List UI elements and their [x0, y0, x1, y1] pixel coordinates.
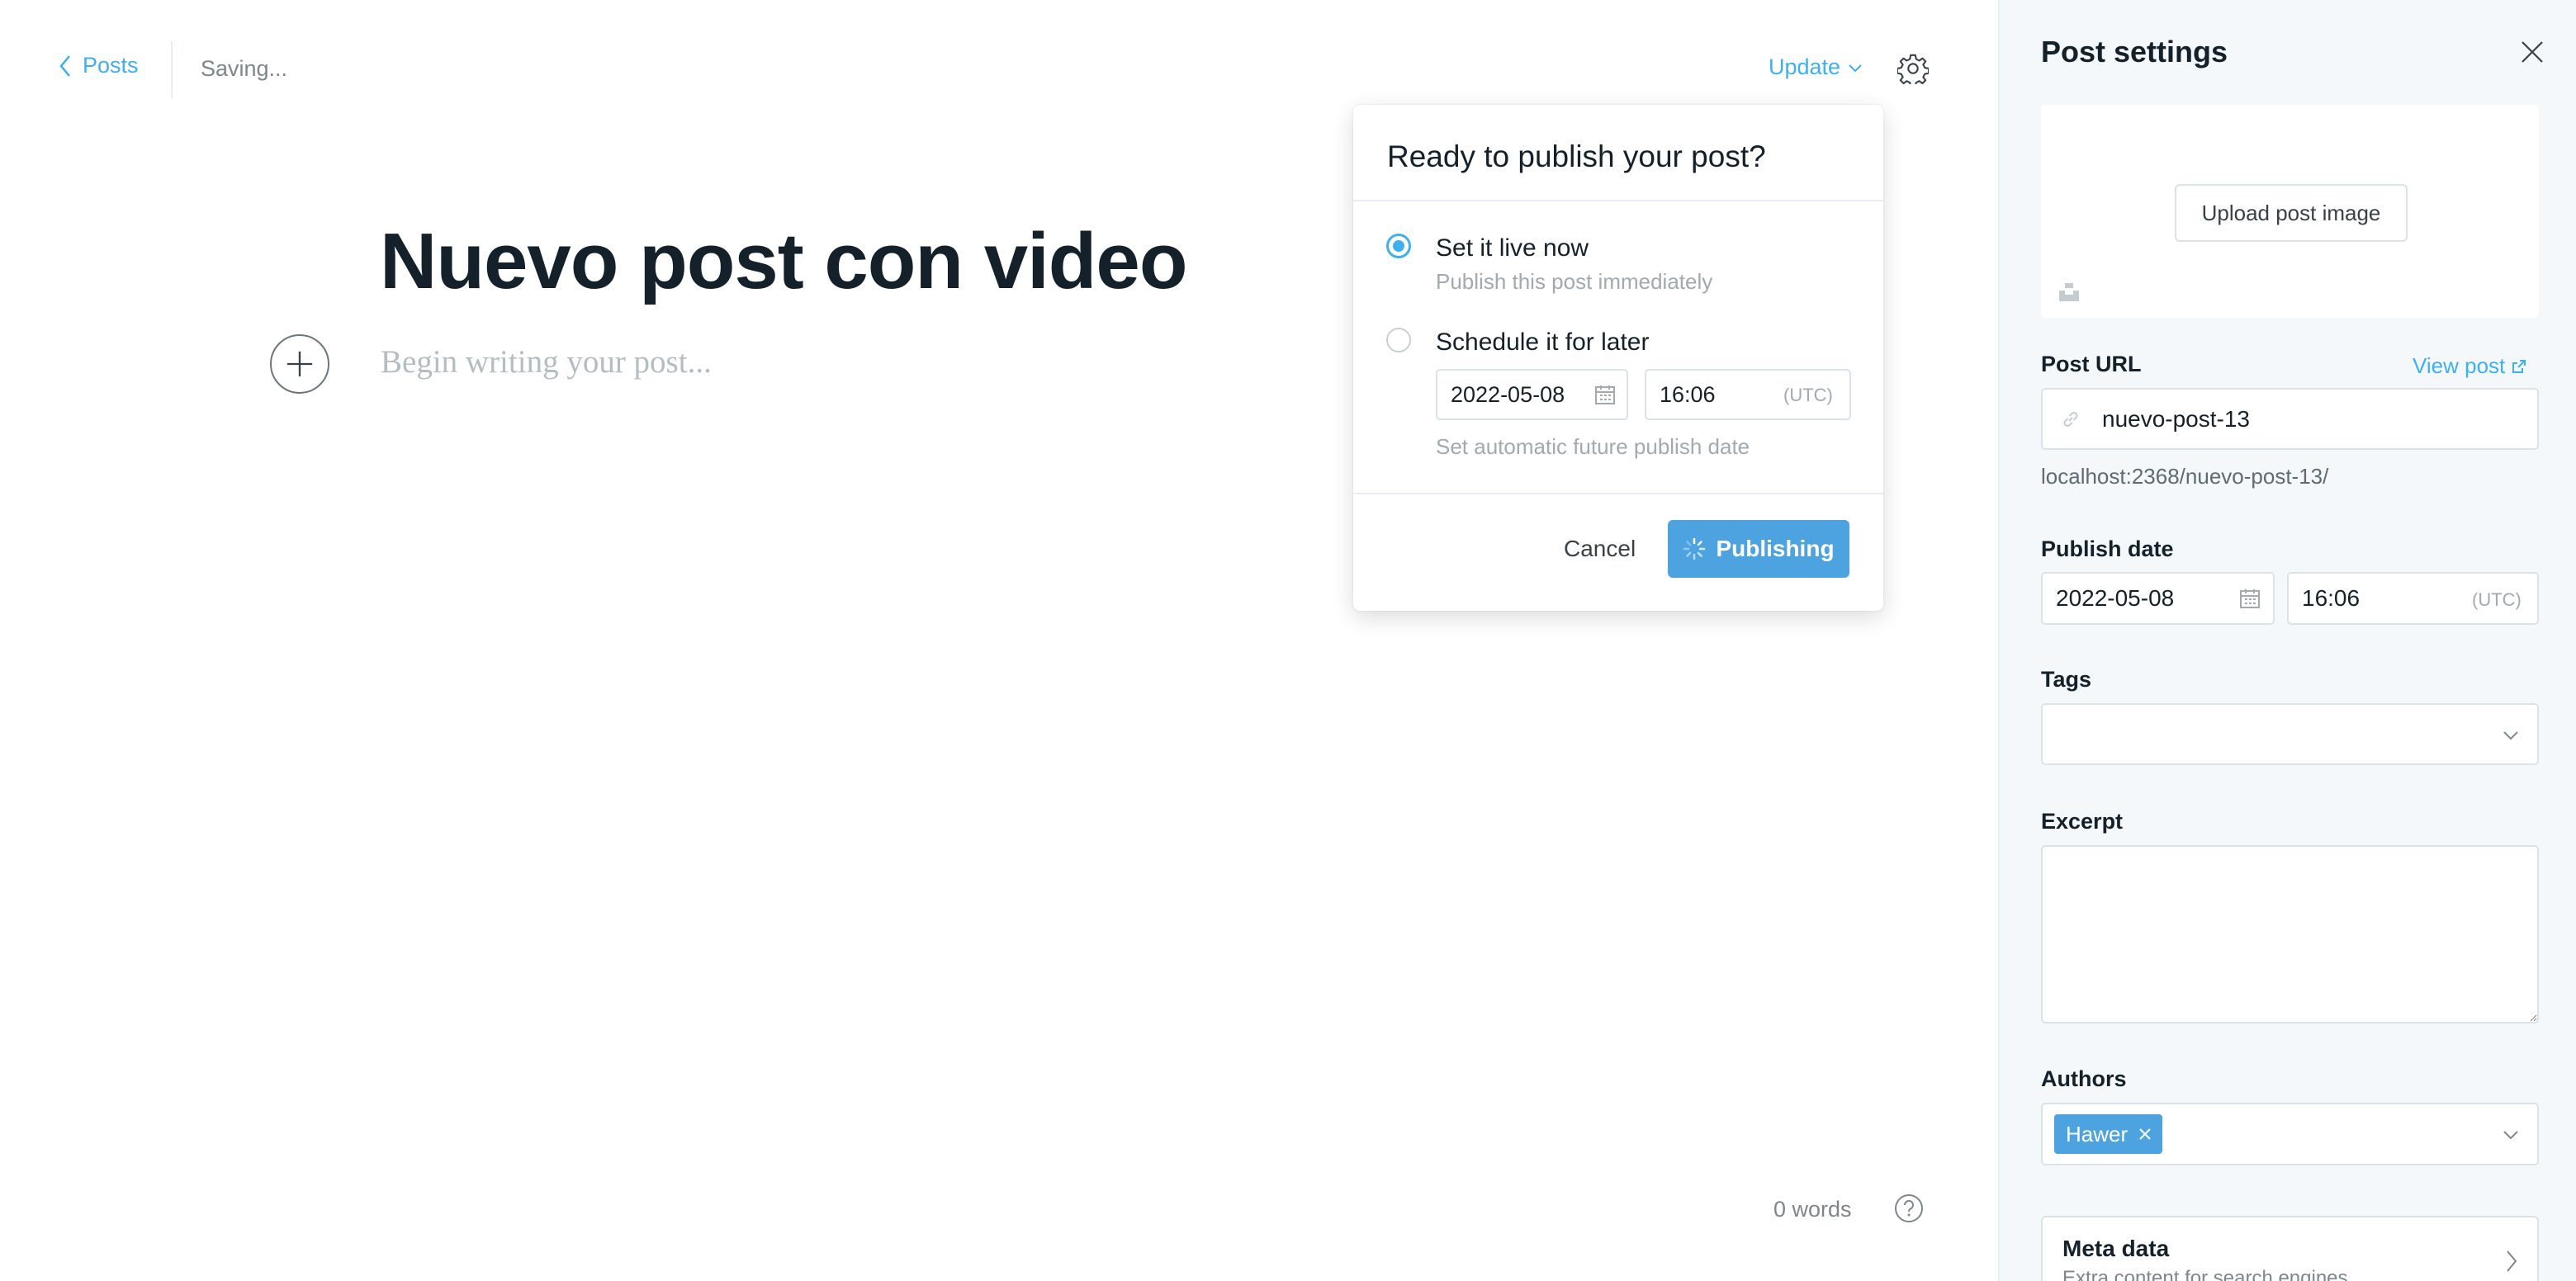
save-status: Saving...	[201, 56, 288, 81]
view-post-link[interactable]: View post	[2413, 353, 2526, 379]
post-image-area[interactable]: Upload post image	[2041, 105, 2539, 318]
view-post-label: View post	[2413, 353, 2506, 378]
update-button[interactable]: Update	[1769, 54, 1863, 80]
publish-date-label: Publish date	[2041, 537, 2174, 561]
post-settings-sidebar: Post settings Upload post image Post URL…	[1998, 0, 2576, 1281]
post-url-input[interactable]: nuevo-post-13	[2041, 388, 2539, 450]
post-url-slug: nuevo-post-13	[2102, 405, 2251, 432]
gear-icon[interactable]	[1897, 53, 1929, 84]
meta-data-title: Meta data	[2062, 1236, 2170, 1261]
radio-schedule-later[interactable]	[1386, 328, 1411, 352]
popover-divider	[1353, 200, 1883, 201]
chevron-left-icon	[59, 54, 70, 77]
calendar-icon[interactable]	[2239, 588, 2261, 609]
help-icon[interactable]	[1894, 1194, 1924, 1223]
publish-time-value: 16:06	[2302, 585, 2361, 611]
option-label-schedule[interactable]: Schedule it for later	[1436, 329, 1649, 357]
sidebar-title: Post settings	[2041, 35, 2228, 69]
post-url-preview: localhost:2368/nuevo-post-13/	[2041, 464, 2329, 489]
schedule-date-value: 2022-05-08	[1451, 381, 1565, 407]
post-url-label: Post URL	[2041, 352, 2142, 376]
post-body-editor[interactable]: Begin writing your post...	[381, 343, 712, 381]
publish-button[interactable]: Publishing	[1668, 520, 1849, 578]
publish-date-value: 2022-05-08	[2056, 585, 2175, 611]
update-button-label: Update	[1769, 54, 1841, 79]
chevron-down-icon	[2503, 731, 2518, 740]
publish-popover: Ready to publish your post? Set it live …	[1353, 105, 1883, 611]
calendar-icon[interactable]	[1594, 384, 1616, 405]
publish-time-input[interactable]: 16:06 (UTC)	[2287, 572, 2539, 625]
word-count: 0 words	[1773, 1197, 1852, 1222]
authors-select[interactable]: Hawer	[2041, 1103, 2539, 1165]
post-title[interactable]: Nuevo post con video	[380, 216, 1187, 307]
close-icon[interactable]	[2138, 1127, 2152, 1142]
popover-title: Ready to publish your post?	[1387, 139, 1766, 173]
option-label-live-now[interactable]: Set it live now	[1436, 234, 1589, 262]
back-to-posts-link[interactable]: Posts	[58, 53, 139, 78]
upload-post-image-button[interactable]: Upload post image	[2175, 184, 2408, 242]
plus-icon	[286, 351, 313, 377]
option-desc-live-now: Publish this post immediately	[1436, 269, 1713, 294]
publish-date-input[interactable]: 2022-05-08	[2041, 572, 2275, 625]
meta-data-subtitle: Extra content for search engines	[2062, 1267, 2348, 1281]
cancel-button[interactable]: Cancel	[1564, 536, 1636, 562]
link-icon	[2063, 411, 2078, 428]
author-tag-label: Hawer	[2066, 1121, 2129, 1146]
spinner-icon	[1683, 537, 1706, 560]
publish-timezone: (UTC)	[2472, 589, 2522, 610]
schedule-time-input[interactable]: 16:06 (UTC)	[1645, 369, 1851, 420]
excerpt-label: Excerpt	[2041, 809, 2124, 834]
unsplash-icon[interactable]	[2057, 280, 2081, 303]
close-icon[interactable]	[2520, 40, 2545, 64]
chevron-right-icon	[2507, 1250, 2517, 1272]
author-tag: Hawer	[2054, 1114, 2163, 1154]
popover-divider	[1353, 493, 1883, 494]
schedule-date-input[interactable]: 2022-05-08	[1436, 369, 1628, 420]
tags-label: Tags	[2041, 667, 2092, 692]
meta-data-menu-item[interactable]: Meta data Extra content for search engin…	[2041, 1216, 2539, 1281]
header-divider	[171, 41, 173, 99]
radio-set-live-now[interactable]	[1386, 234, 1411, 258]
option-desc-schedule: Set automatic future publish date	[1436, 434, 1750, 459]
authors-label: Authors	[2041, 1066, 2127, 1091]
chevron-down-icon	[2503, 1131, 2518, 1140]
schedule-time-value: 16:06	[1660, 381, 1716, 407]
schedule-timezone: (UTC)	[1783, 385, 1833, 405]
add-card-button[interactable]	[270, 334, 329, 394]
external-link-icon	[2512, 359, 2526, 373]
publish-button-label: Publishing	[1716, 536, 1835, 561]
back-link-label: Posts	[83, 53, 139, 78]
chevron-down-icon	[1849, 64, 1862, 72]
excerpt-textarea[interactable]	[2041, 845, 2539, 1023]
tags-select[interactable]	[2041, 703, 2539, 765]
